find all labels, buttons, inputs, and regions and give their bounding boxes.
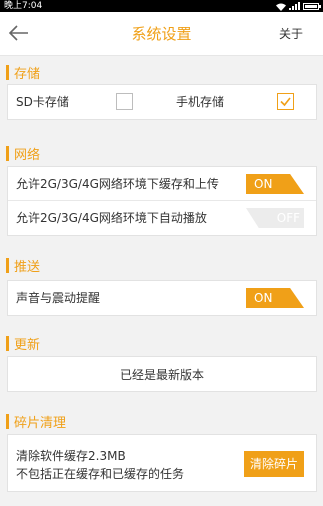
cleanup-card: 清除软件缓存2.3MB 不包括正在缓存和已缓存的任务 清除碎片 [7, 434, 317, 492]
clear-fragments-button[interactable]: 清除碎片 [244, 451, 304, 477]
section-title: 网络 [14, 147, 41, 163]
battery-icon [303, 2, 321, 10]
phone-storage-checkbox[interactable] [277, 93, 294, 110]
status-bar: 晚上7:04 [0, 0, 323, 12]
section-storage-header: 存储 [6, 63, 306, 82]
section-update-header: 更新 [6, 334, 306, 353]
update-status: 已经是最新版本 [119, 368, 204, 382]
section-title: 更新 [14, 337, 41, 353]
about-button[interactable]: 关于 [279, 12, 303, 56]
app-bar: 系统设置 关于 [0, 12, 323, 56]
section-accent-bar [6, 64, 9, 80]
sound-vibrate-label: 声音与震动提醒 [16, 291, 101, 305]
cache-note-text: 不包括正在缓存和已缓存的任务 [16, 467, 185, 481]
page-title: 系统设置 [131, 25, 192, 43]
network-card: 允许2G/3G/4G网络环境下缓存和上传 ON 允许2G/3G/4G网络环境下自… [7, 166, 317, 236]
cache-upload-toggle[interactable]: ON [246, 174, 304, 194]
check-icon [280, 97, 291, 107]
update-card: 已经是最新版本 [7, 356, 317, 392]
autoplay-label: 允许2G/3G/4G网络环境下自动播放 [16, 211, 207, 225]
status-time: 晚上7:04 [4, 1, 43, 11]
section-accent-bar [6, 145, 9, 161]
cache-upload-row: 允许2G/3G/4G网络环境下缓存和上传 ON [8, 167, 316, 201]
wifi-icon [276, 3, 286, 11]
sound-row: 声音与震动提醒 ON [8, 281, 316, 315]
cache-size-text: 清除软件缓存2.3MB [16, 449, 126, 463]
toggle-state: OFF [276, 211, 300, 225]
section-accent-bar [6, 413, 9, 429]
sd-storage-checkbox[interactable] [116, 93, 133, 110]
toggle-state: ON [254, 291, 273, 305]
section-push-header: 推送 [6, 256, 306, 275]
push-card: 声音与震动提醒 ON [7, 280, 317, 316]
sound-vibrate-toggle[interactable]: ON [246, 288, 304, 308]
section-title: 推送 [14, 259, 41, 275]
storage-card: SD卡存储 手机存储 [7, 84, 317, 120]
section-cleanup-header: 碎片清理 [6, 412, 306, 431]
cache-upload-label: 允许2G/3G/4G网络环境下缓存和上传 [16, 177, 219, 191]
section-accent-bar [6, 257, 9, 273]
section-accent-bar [6, 335, 9, 351]
autoplay-row: 允许2G/3G/4G网络环境下自动播放 OFF [8, 201, 316, 235]
toggle-state: ON [254, 177, 273, 191]
section-title: 碎片清理 [14, 415, 67, 431]
section-network-header: 网络 [6, 144, 306, 163]
sd-storage-label: SD卡存储 [16, 95, 69, 109]
storage-row: SD卡存储 手机存储 [8, 85, 316, 119]
status-icons [276, 0, 321, 12]
signal-icon [289, 2, 300, 10]
autoplay-toggle[interactable]: OFF [246, 208, 304, 228]
phone-storage-label: 手机存储 [176, 95, 225, 109]
section-title: 存储 [14, 66, 41, 82]
